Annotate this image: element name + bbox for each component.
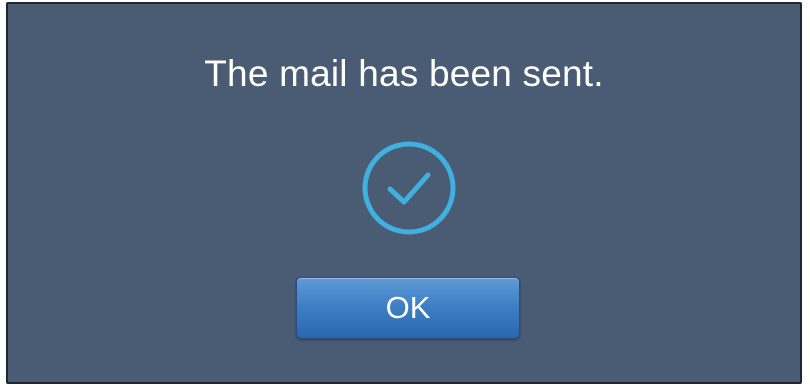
dialog-message: The mail has been sent. [204,53,604,94]
check-circle-icon [362,141,456,235]
ok-button[interactable]: OK [296,277,520,339]
mail-sent-dialog: The mail has been sent. OK [6,2,802,384]
